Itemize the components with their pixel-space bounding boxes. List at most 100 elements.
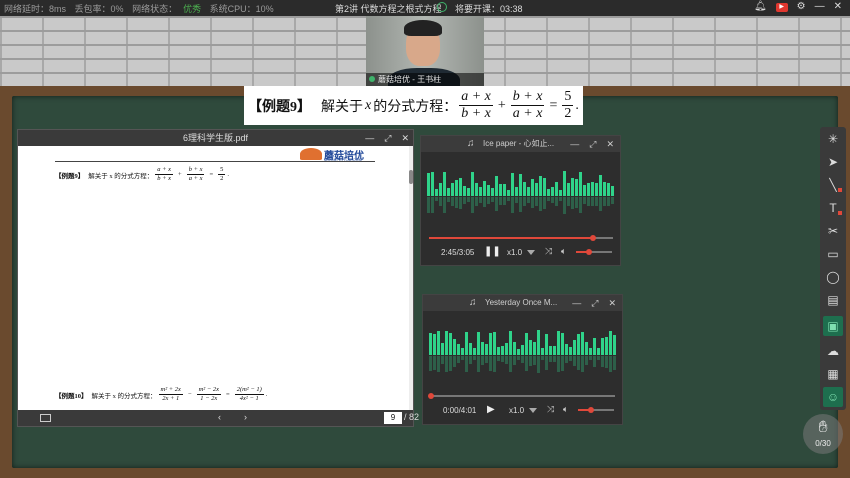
teacher-name-label: 蘑菇培优 - 王书柱	[366, 73, 484, 86]
pdf-title: 6理科学生版.pdf	[182, 133, 249, 143]
raise-hand-count: 0/30	[815, 439, 831, 448]
next-page-button[interactable]: ›	[244, 412, 247, 422]
shuffle-icon[interactable]: ⤨	[545, 246, 552, 257]
toolbox-icon[interactable]: ▦	[823, 364, 843, 384]
visualizer-reflection	[429, 356, 432, 371]
volume-icon[interactable]: 🔈︎	[563, 404, 568, 415]
visualizer-bar	[515, 187, 518, 196]
visualizer-bar	[571, 178, 574, 196]
visualizer-bar	[559, 190, 562, 196]
shape-icon[interactable]: ◯	[823, 267, 843, 287]
shuffle-icon[interactable]: ⤨	[547, 404, 554, 415]
close-icon[interactable]: ✕	[606, 136, 614, 152]
seek-progress	[429, 237, 593, 239]
track-title: Yesterday Once M...	[485, 298, 558, 307]
speed-select[interactable]: x1.0	[509, 406, 524, 415]
volume-slider[interactable]	[576, 249, 612, 255]
prev-page-button[interactable]: ‹	[218, 412, 221, 422]
play-button[interactable]: ▶	[487, 404, 495, 415]
speed-select[interactable]: x1.0	[507, 248, 522, 257]
pdf-question-9: 【例题9】 解关于 x 的分式方程： a + xb + x + b + xa +…	[55, 166, 230, 182]
teacher-webcam: 蘑菇培优 - 王书柱	[366, 16, 484, 86]
player-title-bar[interactable]: ♫ Yesterday Once M... — ⤢ ✕	[423, 295, 622, 311]
pdf-page[interactable]: 蘑菇培优 MOGUPEIYOU.COM 【例题9】 解关于 x 的分式方程： a…	[18, 146, 411, 412]
formula-icon[interactable]: ▤	[823, 290, 843, 310]
music-player-1[interactable]: ♫ Ice paper - 心如止... — ⤢ ✕ 2:45/3:05 ❚❚ …	[420, 135, 621, 266]
visualizer-reflection	[579, 197, 582, 213]
volume-slider[interactable]	[578, 407, 614, 413]
visualizer-bar	[581, 332, 584, 355]
music-player-2[interactable]: ♫ Yesterday Once M... — ⤢ ✕ 0:00/4:01 ▶ …	[422, 294, 623, 425]
cloud-icon[interactable]: ☁	[823, 341, 843, 361]
laser-pointer-icon[interactable]: ✳	[823, 129, 843, 149]
visualizer-bar	[551, 187, 554, 196]
chevron-down-icon[interactable]	[529, 408, 537, 413]
scrollbar-thumb[interactable]	[409, 170, 413, 184]
visualizer-reflection	[569, 356, 572, 361]
visualizer-bar	[529, 340, 532, 355]
pdf-scrollbar[interactable]	[409, 146, 413, 412]
scissors-icon[interactable]: ✂	[823, 221, 843, 241]
visualizer-bar	[595, 183, 598, 196]
expand-icon[interactable]: ⤢	[384, 130, 391, 146]
visualizer-bar	[553, 346, 556, 355]
expand-icon[interactable]: ⤢	[591, 295, 598, 311]
visualizer-reflection	[515, 197, 518, 203]
raise-hand-button[interactable]: ✋︎ 0/30	[803, 414, 843, 454]
visualizer-reflection	[611, 197, 614, 204]
seek-handle[interactable]	[428, 393, 434, 399]
seek-handle[interactable]	[589, 235, 596, 241]
minimize-icon[interactable]: —	[365, 130, 374, 146]
visualizer-bar	[467, 188, 470, 196]
bell-icon[interactable]: 🔔︎	[754, 1, 767, 12]
screen-share-icon[interactable]: ▣	[823, 316, 843, 336]
visualizer-reflection	[607, 197, 610, 206]
gear-icon[interactable]: ⚙	[797, 1, 806, 12]
pdf-title-bar[interactable]: 6理科学生版.pdf — ⤢ ✕	[18, 130, 413, 146]
visualizer-bar	[501, 346, 504, 355]
visualizer-bar	[605, 337, 608, 355]
minimize-icon[interactable]: —	[570, 136, 579, 152]
player-title-bar[interactable]: ♫ Ice paper - 心如止... — ⤢ ✕	[421, 136, 620, 152]
visualizer-bar	[443, 172, 446, 196]
close-icon[interactable]: ✕	[401, 130, 409, 146]
visualizer-reflection	[477, 356, 480, 372]
pdf-question-10: 【例题10】 解关于 x 的分式方程： m² + 2x 2x + 1 − m² −…	[55, 386, 268, 402]
sidebar-toggle-icon[interactable]	[40, 414, 51, 422]
visualizer-reflection	[503, 197, 506, 205]
eraser-icon[interactable]: ▭	[823, 244, 843, 264]
expand-icon[interactable]: ⤢	[589, 136, 596, 152]
visualizer-reflection	[537, 356, 540, 373]
track-time: 0:00/4:01	[443, 406, 477, 415]
chevron-down-icon[interactable]	[527, 250, 535, 255]
page-number-input[interactable]: 9	[384, 412, 402, 424]
seek-bar[interactable]	[428, 393, 615, 399]
select-cursor-icon[interactable]: ➤	[823, 152, 843, 172]
text-icon[interactable]: T	[823, 198, 843, 218]
pause-button[interactable]: ❚❚	[484, 246, 501, 257]
seek-bar[interactable]	[429, 235, 613, 241]
visualizer-reflection	[609, 356, 612, 372]
visualizer-reflection	[565, 356, 568, 363]
visualizer-reflection	[475, 197, 478, 206]
pdf-viewer-window[interactable]: 6理科学生版.pdf — ⤢ ✕ 蘑菇培优 MOGUPEIYOU.COM 【例题…	[17, 129, 419, 427]
visualizer-bar	[599, 175, 602, 196]
volume-icon[interactable]: 🔈︎	[561, 246, 566, 257]
visualizer-bar	[513, 342, 516, 355]
visualizer-reflection	[461, 356, 464, 360]
visualizer-bar	[479, 187, 482, 196]
visualizer-reflection	[433, 356, 436, 370]
close-icon[interactable]: ✕	[834, 1, 842, 12]
visualizer-reflection	[517, 356, 520, 360]
page-total: / 82	[404, 412, 420, 422]
close-icon[interactable]: ✕	[608, 295, 616, 311]
visualizer-reflection	[491, 197, 494, 202]
minimize-icon[interactable]: —	[815, 1, 825, 12]
visualizer-reflection	[551, 197, 554, 203]
lesson-title: 第2讲 代数方程之根式方程	[335, 4, 442, 14]
video-icon[interactable]: ▶	[775, 3, 788, 12]
visualizer-bar	[445, 331, 448, 355]
pen-icon[interactable]: ╲	[823, 175, 843, 195]
minimize-icon[interactable]: —	[572, 295, 581, 311]
students-icon[interactable]: ☺	[823, 387, 843, 407]
